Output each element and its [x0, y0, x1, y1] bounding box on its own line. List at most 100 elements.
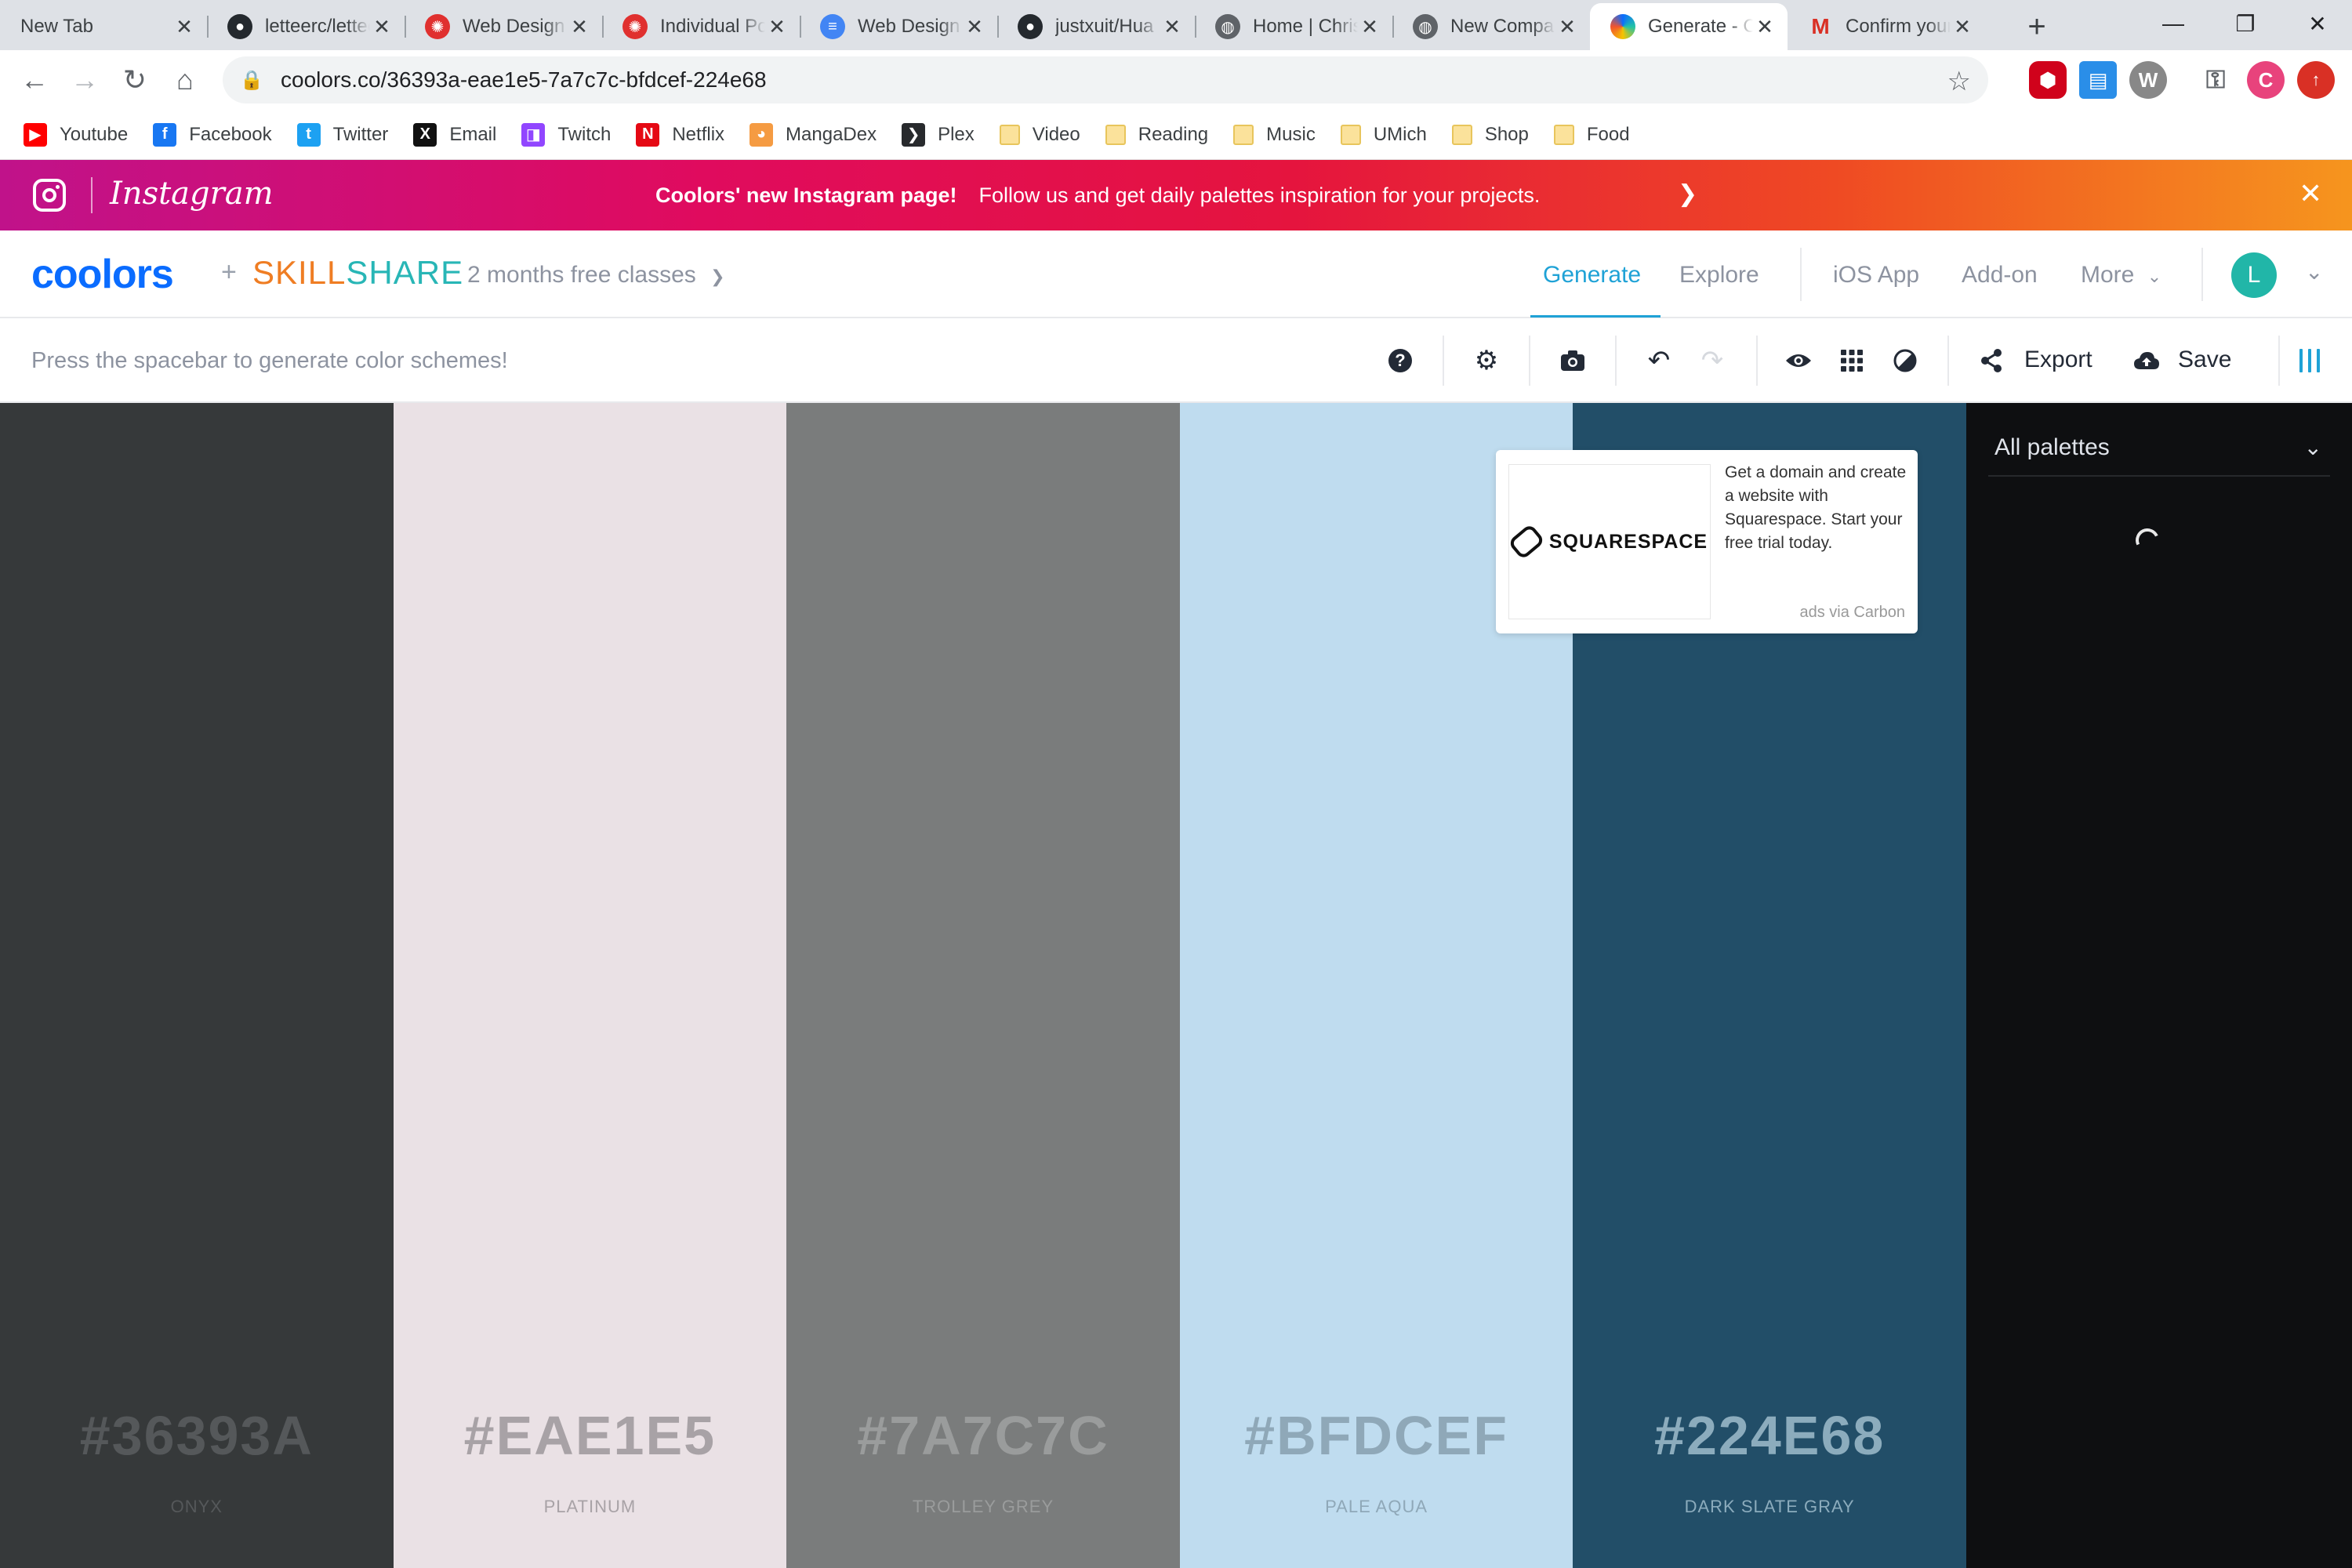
umich-icon: ✺	[622, 14, 648, 39]
promo-divider	[91, 177, 93, 213]
view-eye-icon[interactable]	[1778, 340, 1819, 381]
profile-avatar[interactable]: C	[2247, 61, 2285, 99]
bookmark-item[interactable]: t Twitter	[296, 122, 388, 147]
ublock-extension-icon[interactable]: ⬢	[2029, 61, 2067, 99]
address-bar[interactable]: 🔒 coolors.co/36393a-eae1e5-7a7c7c-bfdcef…	[223, 56, 1988, 103]
color-column[interactable]: #7A7C7C TROLLEY GREY	[786, 403, 1180, 1568]
help-icon[interactable]: ?	[1380, 340, 1421, 381]
settings-gear-icon[interactable]: ⚙	[1466, 340, 1507, 381]
address-url[interactable]: coolors.co/36393a-eae1e5-7a7c7c-bfdcef-2…	[281, 67, 767, 93]
close-icon[interactable]: ✕	[2299, 177, 2322, 210]
ad-credit[interactable]: ads via Carbon	[1799, 604, 1905, 622]
ad-text[interactable]: Get a domain and create a website with S…	[1725, 461, 1907, 555]
back-arrow-icon[interactable]: ←	[9, 55, 60, 105]
bookmark-item[interactable]: Music	[1233, 124, 1316, 146]
color-hex-code[interactable]: #7A7C7C	[786, 1404, 1180, 1467]
bookmark-item[interactable]: f Facebook	[153, 122, 272, 147]
bookmark-item[interactable]: ❯ Plex	[902, 122, 975, 147]
browser-tab[interactable]: ● justxuit/Hua ✕	[997, 3, 1195, 50]
contrast-icon[interactable]	[1885, 340, 1926, 381]
bookmark-star-icon[interactable]: ☆	[1947, 66, 1971, 97]
bookmark-item[interactable]: X Email	[413, 122, 496, 147]
minimize-icon[interactable]: —	[2137, 0, 2209, 47]
export-button[interactable]: Export	[2024, 347, 2092, 373]
skillshare-logo[interactable]: SKILLSHARE	[252, 254, 463, 292]
close-window-icon[interactable]: ✕	[2281, 0, 2352, 47]
browser-tab[interactable]: ◍ Home | Chris ✕	[1195, 3, 1392, 50]
close-icon[interactable]: ✕	[370, 15, 394, 39]
nav-generate[interactable]: Generate	[1543, 262, 1641, 289]
new-tab-plus-icon[interactable]: +	[2013, 3, 2060, 50]
promo-message[interactable]: Coolors' new Instagram page! Follow us an…	[655, 183, 1540, 208]
close-icon[interactable]: ✕	[568, 15, 591, 39]
color-hex-code[interactable]: #EAE1E5	[394, 1404, 787, 1467]
color-name[interactable]: DARK SLATE GRAY	[1573, 1497, 1966, 1517]
forward-arrow-icon[interactable]: →	[60, 55, 110, 105]
close-icon[interactable]: ✕	[765, 15, 789, 39]
color-name[interactable]: ONYX	[0, 1497, 394, 1517]
reload-icon[interactable]: ↻	[110, 55, 160, 105]
home-icon[interactable]: ⌂	[160, 55, 210, 105]
skillshare-offer-link[interactable]: 2 months free classes ❯	[467, 262, 725, 289]
palettes-panel-icon[interactable]	[2289, 340, 2330, 381]
color-name[interactable]: TROLLEY GREY	[786, 1497, 1180, 1517]
palettes-dropdown[interactable]: All palettes ⌄	[1988, 426, 2330, 477]
color-column[interactable]: #EAE1E5 PLATINUM	[393, 403, 787, 1568]
close-icon[interactable]: ✕	[1951, 15, 1974, 39]
bookmark-item[interactable]: N Netflix	[636, 122, 724, 147]
coolors-logo[interactable]: coolors	[31, 251, 174, 298]
offer-text: 2 months free classes	[467, 262, 696, 288]
browser-tab[interactable]: ✺ Individual Portfolio✕	[602, 3, 800, 50]
share-icon[interactable]	[1971, 340, 2012, 381]
browser-tab[interactable]: New Tab ✕	[0, 3, 207, 50]
close-icon[interactable]: ✕	[963, 15, 986, 39]
browser-tab[interactable]: ● letteerc/letteerc✕	[207, 3, 405, 50]
bookmark-item[interactable]: UMich	[1340, 124, 1427, 146]
color-hex-code[interactable]: #224E68	[1573, 1404, 1966, 1467]
browser-tab[interactable]: Generate - Coolors✕	[1590, 3, 1788, 50]
nav-more[interactable]: More ⌄	[2081, 262, 2161, 289]
close-icon[interactable]: ✕	[1358, 15, 1381, 39]
browser-tab[interactable]: M Confirm your ✕	[1788, 3, 1985, 50]
color-name[interactable]: PLATINUM	[394, 1497, 787, 1517]
browser-tab[interactable]: ≡ Web Design ✕	[800, 3, 997, 50]
bookmark-item[interactable]: ▶ Youtube	[24, 122, 128, 147]
wappalyzer-extension-icon[interactable]: W	[2129, 61, 2167, 99]
color-hex-code[interactable]: #36393A	[0, 1404, 394, 1467]
close-icon[interactable]: ✕	[1160, 15, 1184, 39]
close-icon[interactable]: ✕	[172, 15, 196, 39]
chevron-down-icon[interactable]: ⌄	[2305, 259, 2323, 285]
browser-tab[interactable]: ✺ Web Design ✕	[405, 3, 602, 50]
bookmark-item[interactable]: Reading	[1105, 124, 1208, 146]
browser-tab[interactable]: ◍ New Company✕	[1392, 3, 1590, 50]
user-avatar[interactable]: L	[2231, 252, 2277, 298]
instagram-promo-banner[interactable]: Instagram Coolors' new Instagram page! Fo…	[0, 160, 2352, 230]
bookmark-item[interactable]: Shop	[1451, 124, 1529, 146]
close-icon[interactable]: ✕	[1753, 15, 1777, 39]
bookmark-item[interactable]: Food	[1553, 124, 1630, 146]
color-name[interactable]: PALE AQUA	[1180, 1497, 1573, 1517]
camera-icon[interactable]	[1552, 340, 1593, 381]
close-icon[interactable]: ✕	[1555, 15, 1579, 39]
password-key-icon[interactable]: ⚿	[2197, 61, 2234, 99]
nav-explore[interactable]: Explore	[1679, 262, 1759, 289]
redo-icon[interactable]: ↷	[1692, 340, 1733, 381]
github-icon: ●	[1018, 14, 1043, 39]
cloud-upload-icon[interactable]	[2126, 340, 2167, 381]
window-extension-icon[interactable]: ▤	[2079, 61, 2117, 99]
chevron-right-icon[interactable]: ❯	[1678, 180, 1697, 208]
restore-icon[interactable]: ❐	[2209, 0, 2281, 47]
bookmark-item[interactable]: Video	[999, 124, 1080, 146]
nav-add-on[interactable]: Add-on	[1962, 262, 2038, 289]
bookmark-item[interactable]: ◕ MangaDex	[750, 122, 877, 147]
undo-icon[interactable]: ↶	[1639, 340, 1679, 381]
grid-view-icon[interactable]	[1831, 340, 1872, 381]
carbon-ad[interactable]: SQUARESPACE Get a domain and create a we…	[1496, 450, 1918, 633]
save-button[interactable]: Save	[2178, 347, 2231, 373]
bookmark-item[interactable]: ◨ Twitch	[521, 122, 611, 147]
ad-image[interactable]: SQUARESPACE	[1507, 464, 1711, 619]
color-column[interactable]: #36393A ONYX	[0, 403, 394, 1568]
color-hex-code[interactable]: #BFDCEF	[1180, 1404, 1573, 1467]
nav-ios-app[interactable]: iOS App	[1833, 262, 1919, 289]
update-badge-icon[interactable]: ↑	[2297, 61, 2335, 99]
